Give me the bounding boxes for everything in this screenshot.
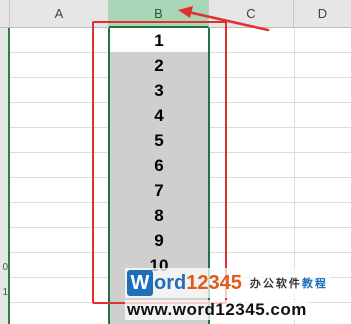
- watermark-tagline: 办公软件教程: [250, 275, 328, 291]
- watermark-logo: W ord 12345 办公软件教程: [125, 268, 330, 298]
- watermark-url: www.word12345.com: [125, 300, 309, 320]
- watermark-logo-digits: 12345: [186, 271, 242, 294]
- watermark-tagline-main: 办公软件: [249, 277, 302, 290]
- watermark-logo-word: ord: [154, 271, 187, 294]
- watermark-logo-letter: W: [127, 270, 153, 296]
- watermark-tagline-accent: 教程: [301, 277, 328, 290]
